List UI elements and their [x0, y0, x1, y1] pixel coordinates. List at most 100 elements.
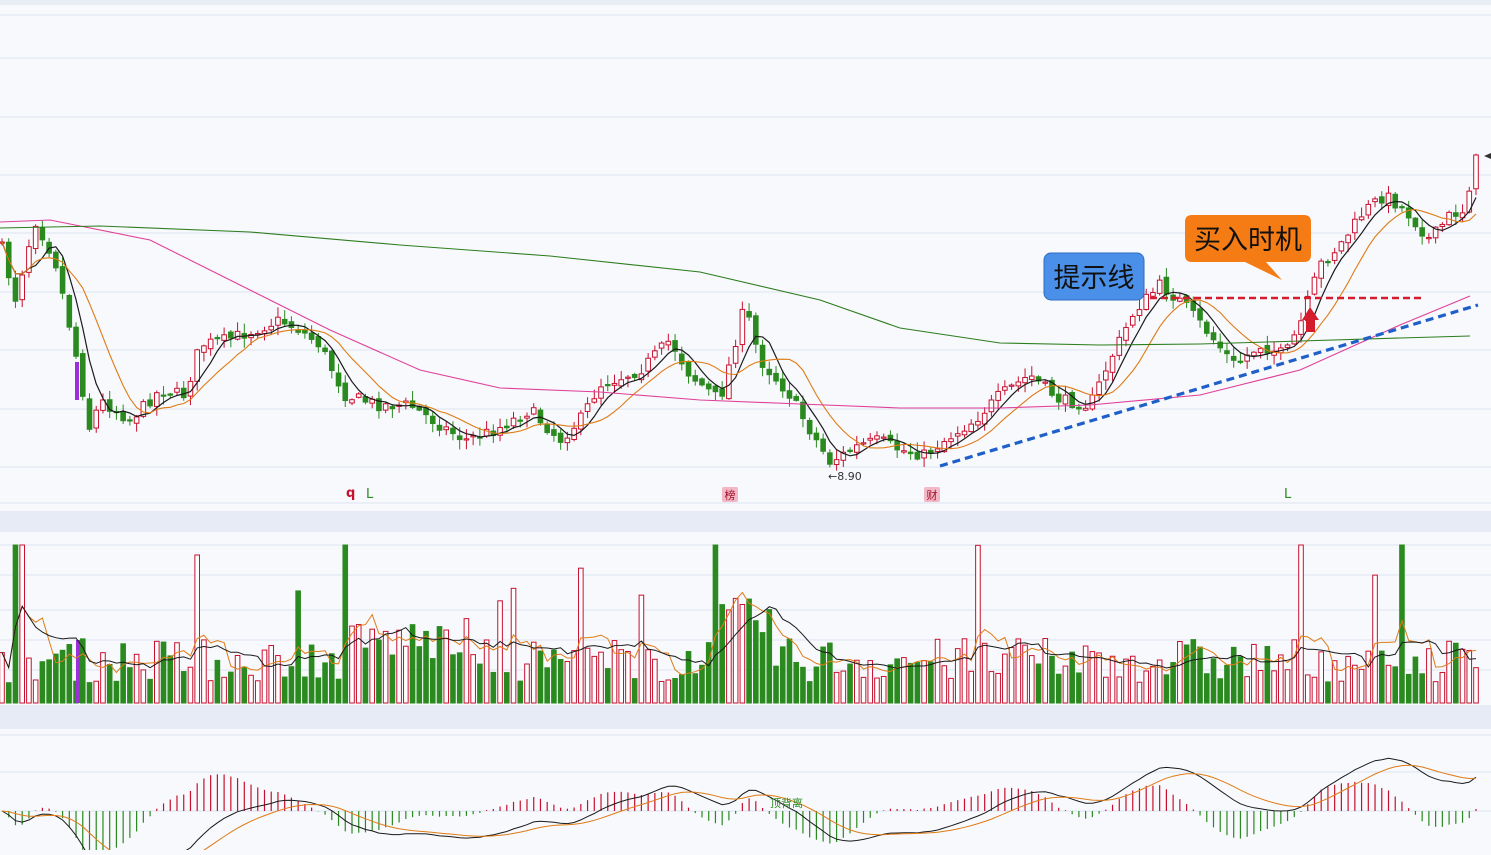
volume-bar-13 — [86, 682, 93, 704]
candle-body — [1325, 260, 1331, 264]
volume-bar-105 — [705, 642, 712, 704]
volume-bar-204 — [1372, 574, 1378, 704]
candle-body — [1008, 384, 1015, 387]
volume-bar-88 — [591, 655, 598, 704]
volume-bar-106 — [712, 544, 719, 704]
candle-body — [436, 424, 443, 431]
candle-body — [234, 330, 241, 340]
volume-bar-100 — [672, 677, 678, 704]
volume-bar-149 — [1002, 653, 1008, 704]
candle-body — [1028, 375, 1035, 380]
candle-body — [739, 308, 746, 346]
candle-body — [1352, 218, 1358, 234]
volume-bar-107 — [719, 604, 725, 704]
volume-bar-25 — [167, 655, 174, 704]
candle-body — [1203, 321, 1210, 334]
volume-bar-140 — [941, 665, 948, 704]
candle-body — [221, 334, 227, 341]
volume-bar-134 — [901, 657, 907, 704]
volume-bar-137 — [921, 660, 927, 704]
volume-bar-48 — [322, 662, 328, 704]
candle-104 — [699, 377, 705, 387]
candle-body — [409, 400, 416, 408]
candle-body — [19, 274, 25, 301]
volume-bar-12 — [79, 638, 86, 704]
volume-bar-127 — [853, 659, 860, 704]
volume-bar-35 — [234, 654, 241, 704]
top-toolbar-strip — [0, 0, 1491, 5]
candle-body — [934, 448, 941, 452]
candle-body — [79, 353, 86, 397]
candle-body — [948, 438, 954, 443]
volume-bar-184 — [1237, 656, 1244, 704]
candle-body — [625, 376, 631, 379]
candle-body — [73, 326, 79, 357]
candle-body — [147, 399, 153, 407]
candle-body — [281, 318, 288, 325]
volume-bar-80 — [537, 650, 544, 704]
volume-bar-147 — [988, 671, 995, 704]
candle-body — [584, 403, 591, 412]
volume-bar-59 — [396, 629, 402, 704]
candle-body — [1136, 309, 1143, 316]
volume-bar-87 — [584, 647, 591, 704]
volume-bar-27 — [180, 671, 187, 704]
volume-bar-85 — [571, 650, 577, 704]
candle-body — [1331, 252, 1338, 261]
volume-bar-150 — [1008, 647, 1015, 704]
candle-body — [705, 383, 712, 390]
candle-body — [820, 438, 826, 452]
volume-bar-77 — [517, 680, 524, 704]
volume-bar-109 — [732, 597, 739, 704]
event-marker-l2[interactable]: L — [1284, 487, 1292, 502]
volume-bar-209 — [1405, 673, 1412, 704]
candle-110 — [739, 301, 746, 353]
candle-body — [806, 419, 813, 435]
volume-bar-102 — [685, 651, 692, 704]
volume-bar-167 — [1123, 658, 1129, 704]
volume-bar-197 — [1325, 681, 1331, 704]
volume-bar-165 — [1109, 655, 1116, 704]
volume-bar-42 — [281, 676, 288, 704]
candle-body — [631, 373, 638, 378]
volume-bar-198 — [1331, 660, 1338, 704]
candle-body — [335, 372, 342, 387]
candle-body — [551, 429, 557, 436]
event-marker-l[interactable]: L — [366, 487, 374, 502]
panel-separator-volume — [0, 511, 1491, 532]
candle-body — [773, 372, 779, 382]
volume-bar-43 — [288, 666, 295, 704]
volume-bar-163 — [1096, 652, 1102, 704]
event-marker-bang[interactable]: 榜 — [722, 487, 738, 502]
candle-body — [503, 425, 510, 429]
volume-bar-3 — [19, 544, 25, 704]
candle-body — [988, 399, 995, 413]
volume-bar-148 — [995, 672, 1001, 704]
volume-bar-23 — [154, 640, 160, 704]
volume-bar-14 — [93, 680, 100, 704]
candle-body — [32, 225, 39, 250]
candle-body — [12, 277, 19, 302]
volume-bar-169 — [1136, 681, 1143, 704]
volume-bar-135 — [907, 662, 914, 704]
candle-body — [275, 316, 281, 326]
volume-bar-69 — [463, 618, 470, 704]
candle-body — [712, 385, 719, 393]
volume-bar-101 — [678, 674, 685, 704]
candle-body — [1109, 355, 1116, 373]
candle-body — [537, 409, 544, 424]
event-marker-q[interactable]: q — [346, 486, 355, 501]
event-marker-cai[interactable]: 财 — [924, 487, 940, 502]
candle-body — [228, 331, 234, 339]
candle-body — [1412, 217, 1419, 228]
kline-chart[interactable]: 提示线 买入时机 ←8.90 q L 榜 财 L 顶背离 — [0, 0, 1491, 855]
candle-body — [1358, 216, 1365, 221]
candle-body — [1311, 276, 1318, 295]
volume-bar-16 — [106, 663, 113, 704]
candle-body — [1251, 351, 1257, 357]
volume-bar-30 — [201, 639, 207, 704]
volume-bar-179 — [1203, 673, 1210, 704]
volume-bar-97 — [652, 658, 658, 704]
volume-bar-189 — [1271, 670, 1277, 704]
volume-bar-122 — [820, 646, 826, 704]
